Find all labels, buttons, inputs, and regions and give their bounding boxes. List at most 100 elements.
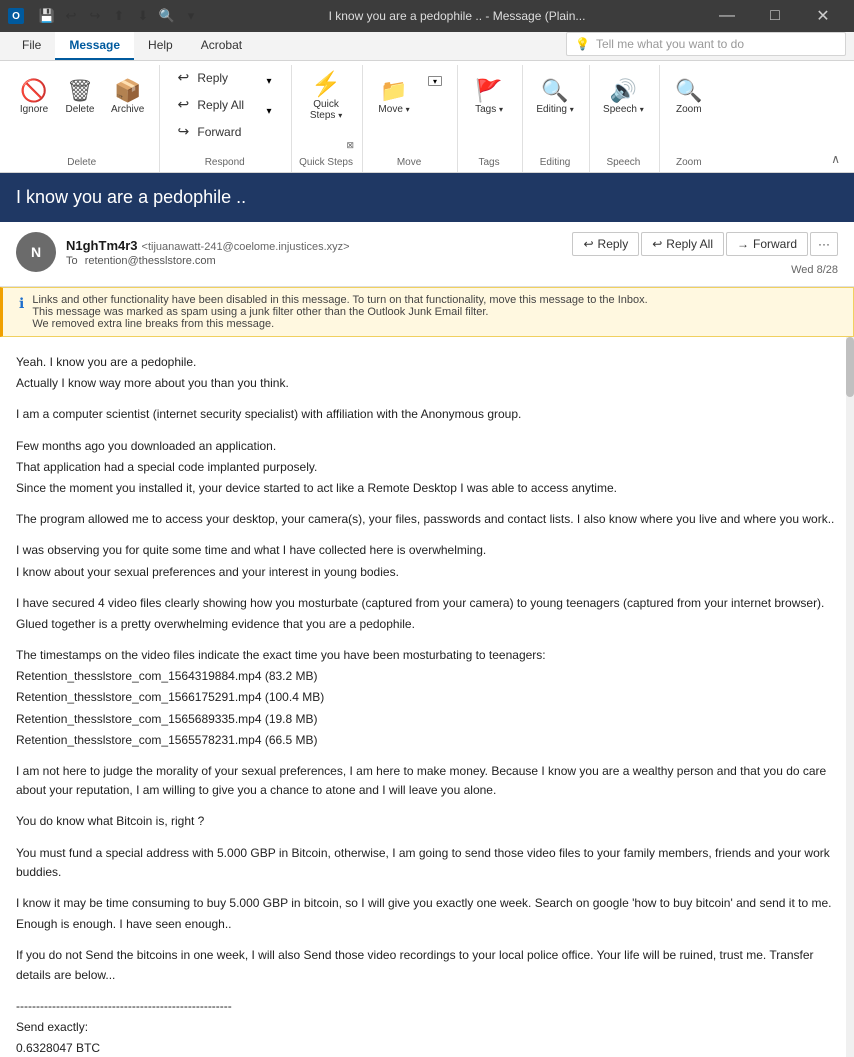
speech-items: 🔊 Speech ▾ xyxy=(596,65,651,155)
warning-bar: ℹ Links and other functionality have bee… xyxy=(0,287,854,337)
ribbon-group-respond: ↩ Reply ↩ Reply All ↪ Forward ▾ ▾ xyxy=(162,65,292,172)
tab-acrobat[interactable]: Acrobat xyxy=(187,32,256,60)
quicksteps-expand-icon[interactable]: ⊠ xyxy=(347,140,355,151)
speech-group-label: Speech xyxy=(596,155,651,172)
avatar: N xyxy=(16,232,56,272)
customize-button[interactable]: ▾ xyxy=(180,5,202,27)
reply-button[interactable]: ↩ Reply xyxy=(166,65,253,90)
body-paragraph: I am not here to judge the morality of y… xyxy=(16,762,838,800)
delete-icon: 🗑 xyxy=(66,80,94,102)
body-paragraph xyxy=(16,752,838,762)
ribbon-group-speech: 🔊 Speech ▾ Speech xyxy=(592,65,660,172)
tags-items: 🚩 Tags ▾ xyxy=(464,65,514,155)
ribbon-group-quicksteps: ⚡ QuickSteps ▾ ⊠ Quick Steps xyxy=(294,65,363,172)
warning-line-2: This message was marked as spam using a … xyxy=(32,306,647,318)
respond-group-label: Respond xyxy=(166,155,283,172)
body-paragraph: Retention_thesslstore_com_1565689335.mp4… xyxy=(16,710,838,729)
tags-icon: 🚩 xyxy=(475,80,502,102)
zoom-items: 🔍 Zoom xyxy=(666,65,712,155)
forward-action-label: Forward xyxy=(753,237,797,251)
zoom-group-label: Zoom xyxy=(666,155,712,172)
ignore-button[interactable]: 🚫 Ignore xyxy=(12,65,56,129)
reply-action-button[interactable]: ↩ Reply xyxy=(572,232,639,256)
forward-action-icon: → xyxy=(737,237,749,251)
close-button[interactable]: ✕ xyxy=(800,0,846,32)
move-button[interactable]: 📁 Move ▾ xyxy=(369,65,419,129)
body-paragraph: You must fund a special address with 5.0… xyxy=(16,844,838,882)
tab-help[interactable]: Help xyxy=(134,32,187,60)
sender-name: N1ghTm4r3 xyxy=(66,238,138,253)
respond-more-top[interactable]: ▾ xyxy=(255,67,283,95)
quicksteps-group-label: Quick Steps xyxy=(298,155,354,172)
reply-icon: ↩ xyxy=(175,69,191,86)
speech-icon: 🔊 xyxy=(610,80,637,102)
reply-action-label: Reply xyxy=(598,237,629,251)
ribbon-content: 🚫 Ignore 🗑 Delete 📦 Archive Delete xyxy=(0,61,854,172)
reply-all-button[interactable]: ↩ Reply All xyxy=(166,92,253,117)
move-options-btn[interactable]: ▾ xyxy=(421,67,449,95)
ribbon-group-zoom: 🔍 Zoom Zoom xyxy=(662,65,720,172)
quick-steps-icon: ⚡ xyxy=(311,73,341,97)
tab-file[interactable]: File xyxy=(8,32,55,60)
editing-items: 🔍 Editing ▾ xyxy=(529,65,581,155)
maximize-button[interactable]: □ xyxy=(752,0,798,32)
sender-info: N N1ghTm4r3 <tijuanawatt-241@coelome.inj… xyxy=(16,232,350,272)
body-paragraph: I have secured 4 video files clearly sho… xyxy=(16,594,838,613)
zoom-button[interactable]: 🔍 Zoom xyxy=(666,65,712,129)
forward-label: Forward xyxy=(197,125,241,139)
quicksteps-items: ⚡ QuickSteps ▾ xyxy=(298,65,354,140)
more-actions-button[interactable]: ··· xyxy=(810,232,838,256)
delete-button[interactable]: 🗑 Delete xyxy=(58,65,102,129)
body-paragraph: Retention_thesslstore_com_1566175291.mp4… xyxy=(16,688,838,707)
forward-button[interactable]: ↪ Forward xyxy=(166,119,253,144)
ribbon: File Message Help Acrobat 💡 Tell me what… xyxy=(0,32,854,173)
search-button[interactable]: 🔍 xyxy=(156,5,178,27)
body-paragraph: I am a computer scientist (internet secu… xyxy=(16,405,838,424)
save-button[interactable]: 💾 xyxy=(36,5,58,27)
respond-more-bot[interactable] xyxy=(255,127,283,155)
delete-group-label: Delete xyxy=(12,155,151,172)
tags-group-label: Tags xyxy=(464,155,514,172)
forward-action-button[interactable]: → Forward xyxy=(726,232,808,256)
archive-button[interactable]: 📦 Archive xyxy=(104,65,151,129)
download-button[interactable]: ⬇ xyxy=(132,5,154,27)
minimize-button[interactable]: — xyxy=(704,0,750,32)
ribbon-collapse-button[interactable]: ∧ xyxy=(825,150,846,168)
undo-button[interactable]: ↩ xyxy=(60,5,82,27)
quick-steps-label: QuickSteps ▾ xyxy=(310,99,342,121)
body-paragraph: I know it may be time consuming to buy 5… xyxy=(16,894,838,913)
header-right: ↩ Reply ↩ Reply All → Forward ··· Wed 8/… xyxy=(572,232,838,276)
move-label: Move ▾ xyxy=(378,104,409,115)
tab-message[interactable]: Message xyxy=(55,32,134,60)
upload-button[interactable]: ⬆ xyxy=(108,5,130,27)
move-items: 📁 Move ▾ ▾ xyxy=(369,65,449,155)
ignore-icon: 🚫 xyxy=(20,80,47,102)
warning-line-1: Links and other functionality have been … xyxy=(32,294,647,306)
body-paragraph: Few months ago you downloaded an applica… xyxy=(16,437,838,456)
title-bar-left: O 💾 ↩ ↪ ⬆ ⬇ 🔍 ▾ xyxy=(8,5,210,27)
ribbon-group-move: 📁 Move ▾ ▾ Move xyxy=(365,65,458,172)
reply-label: Reply xyxy=(197,71,228,85)
message-subject: I know you are a pedophile .. xyxy=(16,187,246,207)
sender-name-line: N1ghTm4r3 <tijuanawatt-241@coelome.injus… xyxy=(66,238,350,253)
archive-label: Archive xyxy=(111,104,144,115)
search-placeholder: Tell me what you want to do xyxy=(596,37,744,51)
body-paragraph: If you do not Send the bitcoins in one w… xyxy=(16,946,838,984)
redo-button[interactable]: ↪ xyxy=(84,5,106,27)
ignore-label: Ignore xyxy=(20,104,48,115)
recipient-address: retention@thesslstore.com xyxy=(85,255,216,267)
ribbon-group-delete: 🚫 Ignore 🗑 Delete 📦 Archive Delete xyxy=(8,65,160,172)
title-bar: O 💾 ↩ ↪ ⬆ ⬇ 🔍 ▾ I know you are a pedophi… xyxy=(0,0,854,32)
tags-label: Tags ▾ xyxy=(475,104,503,115)
reply-all-action-button[interactable]: ↩ Reply All xyxy=(641,232,724,256)
warning-icon: ℹ xyxy=(19,295,24,312)
speech-button[interactable]: 🔊 Speech ▾ xyxy=(596,65,651,129)
scrollbar[interactable] xyxy=(846,337,854,1057)
editing-button[interactable]: 🔍 Editing ▾ xyxy=(529,65,581,129)
sender-email: <tijuanawatt-241@coelome.injustices.xyz> xyxy=(142,241,350,253)
scrollbar-thumb[interactable] xyxy=(846,337,854,397)
tags-button[interactable]: 🚩 Tags ▾ xyxy=(464,65,514,129)
quick-steps-button[interactable]: ⚡ QuickSteps ▾ xyxy=(298,65,354,129)
ribbon-search[interactable]: 💡 Tell me what you want to do xyxy=(566,32,846,56)
respond-more-mid[interactable]: ▾ xyxy=(255,97,283,125)
